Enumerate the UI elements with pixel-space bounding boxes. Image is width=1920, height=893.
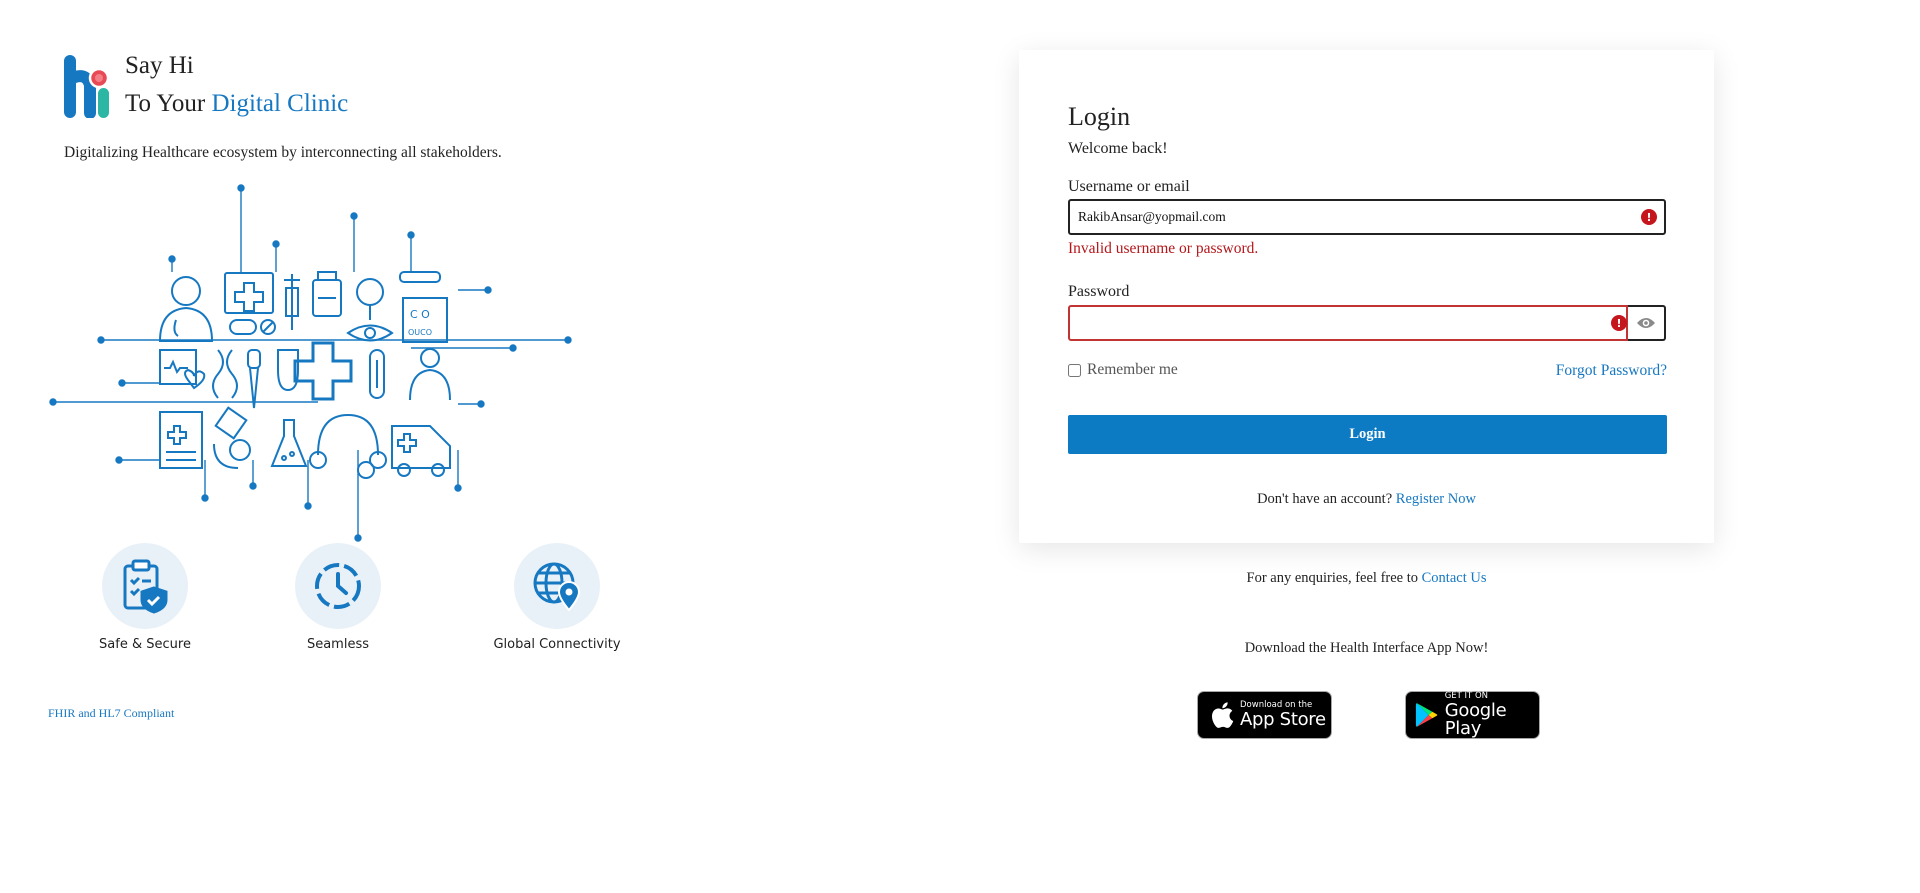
apple-icon — [1212, 702, 1234, 728]
tagline: Digitalizing Healthcare ecosystem by int… — [64, 144, 502, 161]
fhir-compliance-note: FHIR and HL7 Compliant — [48, 706, 175, 720]
remember-me-checkbox[interactable] — [1068, 363, 1081, 377]
contact-us-link[interactable]: Contact Us — [1422, 570, 1487, 586]
password-input[interactable] — [1068, 305, 1628, 341]
google-play-big-text: Google Play — [1444, 700, 1507, 740]
login-error-message: Invalid username or password. — [1068, 240, 1259, 257]
app-store-big-text: App Store — [1240, 709, 1326, 731]
app-store-small-text: Download on the — [1240, 699, 1313, 710]
clock-icon — [315, 563, 361, 609]
forgot-password-link[interactable]: Forgot Password? — [1549, 362, 1667, 380]
error-icon: ! — [1611, 315, 1627, 331]
svg-text:C O: C O — [410, 308, 430, 321]
feature-label: Seamless — [306, 637, 370, 652]
no-account-text: Don't have an account? — [1257, 491, 1396, 507]
feature-global-connectivity: Global Connectivity — [467, 543, 647, 652]
feature-label: Safe & Secure — [99, 637, 191, 652]
feature-icon-circle — [295, 543, 381, 629]
say-hi-heading: Say Hi — [125, 52, 194, 79]
app-store-badge[interactable]: Download on the App Store — [1197, 691, 1332, 739]
enquiry-text: For any enquiries, feel free to — [1246, 570, 1422, 586]
feature-seamless: Seamless — [248, 543, 428, 652]
download-app-text: Download the Health Interface App Now! — [1244, 640, 1489, 656]
login-card: Login Welcome back! Username or email ! … — [1019, 50, 1714, 543]
google-play-badge[interactable]: GET IT ON Google Play — [1405, 691, 1540, 739]
username-label: Username or email — [1068, 178, 1190, 195]
digital-clinic-heading: To Your Digital Clinic — [125, 89, 348, 119]
feature-safe-secure: Safe & Secure — [55, 543, 235, 652]
eye-icon — [1637, 318, 1655, 328]
toggle-password-visibility-button[interactable] — [1628, 305, 1666, 341]
welcome-text: Welcome back! — [1068, 140, 1168, 157]
register-prompt: Don't have an account? Register Now — [1019, 491, 1714, 508]
password-label: Password — [1068, 283, 1130, 300]
error-icon: ! — [1641, 209, 1657, 225]
register-now-link[interactable]: Register Now — [1396, 491, 1476, 507]
globe-pin-icon — [533, 562, 581, 612]
svg-text:OUCO: OUCO — [408, 328, 432, 337]
to-your-text: To Your — [125, 90, 212, 117]
login-title: Login — [1068, 102, 1131, 131]
feature-label: Global Connectivity — [493, 637, 621, 652]
feature-icon-circle — [514, 543, 600, 629]
remember-me[interactable]: Remember me — [1068, 361, 1178, 379]
username-input[interactable] — [1068, 199, 1666, 235]
brand-logo — [64, 55, 110, 118]
digital-clinic-highlight: Digital Clinic — [211, 90, 349, 117]
healthcare-network-illustration: C O OUCO — [49, 184, 572, 542]
enquiry-note: For any enquiries, feel free to Contact … — [1019, 570, 1714, 587]
clipboard-shield-icon — [123, 559, 168, 614]
google-play-small-text: GET IT ON — [1444, 690, 1489, 701]
google-play-icon — [1415, 703, 1438, 727]
login-button[interactable]: Login — [1068, 415, 1667, 454]
feature-icon-circle — [102, 543, 188, 629]
remember-me-label: Remember me — [1087, 361, 1178, 378]
